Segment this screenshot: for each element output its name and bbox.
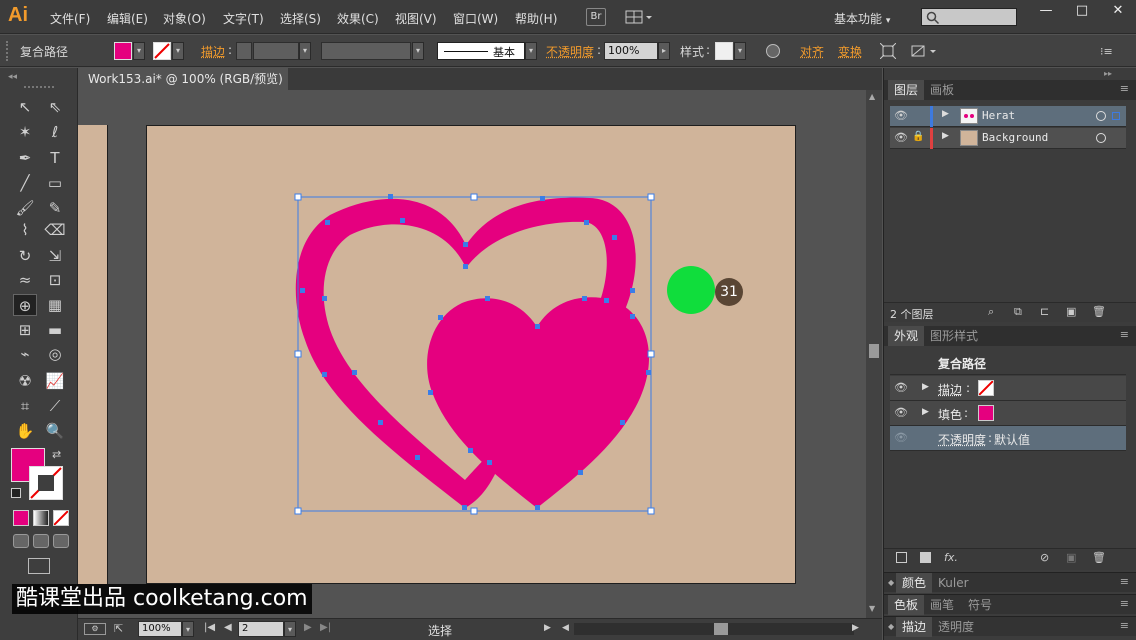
first-artboard-icon[interactable]: |◀	[204, 622, 215, 633]
appearance-opacity-label[interactable]: 不透明度	[938, 431, 986, 448]
clipping-mask-icon[interactable]: ⧉	[1014, 305, 1022, 319]
target-icon[interactable]	[1096, 133, 1106, 143]
add-fill-icon[interactable]	[920, 552, 931, 563]
visibility-eye-icon[interactable]: 👁	[894, 381, 908, 395]
swatches-panel-menu-icon[interactable]: ≡	[1120, 597, 1129, 610]
vertical-scrollbar[interactable]: ▲ ▼	[866, 90, 882, 618]
new-layer-icon[interactable]: ▣	[1066, 305, 1076, 318]
visibility-eye-icon[interactable]: 👁	[894, 431, 908, 445]
color-panel-tabs: ◆ 颜色 Kuler ≡	[884, 572, 1136, 593]
next-artboard-icon[interactable]: ▶	[304, 622, 312, 633]
layers-panel-menu-icon[interactable]: ≡	[1120, 82, 1129, 95]
expand-triangle-icon[interactable]: ▶	[942, 109, 949, 119]
stroke-none-swatch[interactable]	[978, 380, 994, 396]
stroke-panel-menu-icon[interactable]: ≡	[1120, 619, 1129, 632]
appearance-stroke-row[interactable]: 👁 ▶ 描边 :	[890, 376, 1126, 401]
horizontal-scrollbar[interactable]	[574, 623, 854, 635]
appearance-panel-menu-icon[interactable]: ≡	[1120, 328, 1129, 341]
add-stroke-icon[interactable]	[896, 552, 907, 563]
gpu-icon[interactable]: ⚙	[84, 623, 106, 635]
right-panel-dock: ▸▸ 图层 画板 ≡ 👁 ▶ Herat 👁 🔒 ▶ Background 2 …	[883, 68, 1136, 640]
tab-brushes[interactable]: 画笔	[924, 595, 960, 615]
status-bar: ⚙ ⇱ 100% ▾ |◀ ◀ 2 ▾ ▶ ▶| 选择 ▶ ◀ ▶	[78, 618, 882, 640]
illustrator-window: Ai 文件(F) 编辑(E) 对象(O) 文字(T) 选择(S) 效果(C) 视…	[0, 0, 1136, 640]
appearance-opacity-row[interactable]: 👁 不透明度 : 默认值	[890, 426, 1126, 451]
new-sublayer-icon[interactable]: ⊏	[1040, 305, 1049, 318]
current-tool-label: 选择	[428, 624, 453, 638]
layer-name[interactable]: Herat	[982, 109, 1015, 122]
artboard-dropdown[interactable]: ▾	[284, 621, 296, 637]
appearance-list: 复合路径 👁 ▶ 描边 : 👁 ▶ 填色 : 👁 不透明度: 默认值	[884, 346, 1136, 556]
layer-thumbnail	[960, 130, 978, 146]
clear-appearance-icon[interactable]: ⊘	[1040, 551, 1049, 564]
appearance-panel-tabs: 外观 图形样式 ≡	[884, 326, 1136, 346]
color-panel-menu-icon[interactable]: ≡	[1120, 575, 1129, 588]
scroll-left-icon[interactable]: ◀	[562, 623, 569, 633]
tab-appearance[interactable]: 外观	[888, 326, 925, 346]
appearance-stroke-label[interactable]: 描边	[938, 381, 962, 398]
target-icon[interactable]	[1096, 111, 1106, 121]
locate-object-icon[interactable]: ⌕	[988, 305, 994, 319]
layer-count-label: 2 个图层	[890, 308, 934, 321]
collapsed-arrow-icon[interactable]: ◆	[888, 578, 894, 587]
zoom-input[interactable]: 100%	[138, 621, 182, 637]
tab-color[interactable]: 颜色	[896, 573, 933, 593]
expand-triangle-icon[interactable]: ▶	[922, 407, 929, 417]
appearance-header: 复合路径	[890, 350, 1126, 375]
tab-stroke[interactable]: 描边	[896, 617, 933, 637]
layers-list: 👁 ▶ Herat 👁 🔒 ▶ Background	[884, 100, 1136, 320]
appearance-fill-row[interactable]: 👁 ▶ 填色 :	[890, 401, 1126, 426]
delete-item-icon[interactable]: 🗑	[1092, 551, 1106, 564]
scroll-up-icon[interactable]: ▲	[869, 92, 875, 101]
add-effect-icon[interactable]: fx.	[944, 551, 958, 564]
appearance-footer: fx. ⊘ ▣ 🗑	[884, 548, 1136, 570]
tab-layers[interactable]: 图层	[888, 80, 925, 100]
artboard-number-input[interactable]: 2	[238, 621, 284, 637]
collapsed-arrow-icon[interactable]: ◆	[888, 622, 894, 631]
layer-color-swatch	[930, 128, 933, 149]
appearance-object-title: 复合路径	[938, 357, 987, 371]
lock-icon[interactable]: 🔒	[912, 131, 924, 142]
visibility-eye-icon[interactable]: 👁	[894, 109, 908, 123]
scroll-down-icon[interactable]: ▼	[869, 604, 875, 613]
zoom-dropdown[interactable]: ▾	[182, 621, 194, 637]
layer-name[interactable]: Background	[982, 131, 1048, 144]
layers-footer: 2 个图层 ⌕ ⧉ ⊏ ▣ 🗑	[884, 302, 1136, 322]
watermark: 酷课堂出品 coolketang.com	[12, 584, 312, 614]
stroke-panel-tabs: ◆ 描边 透明度 ≡	[884, 616, 1136, 637]
fill-color-swatch[interactable]	[978, 405, 994, 421]
prev-artboard-icon[interactable]: ◀	[224, 622, 232, 633]
cursor-highlight	[667, 266, 715, 314]
h-scroll-thumb[interactable]	[714, 623, 728, 635]
duplicate-item-icon[interactable]: ▣	[1066, 551, 1076, 564]
layer-color-swatch	[930, 106, 933, 127]
layer-row[interactable]: 👁 🔒 ▶ Background	[890, 128, 1126, 149]
tab-swatches[interactable]: 色板	[888, 595, 925, 615]
selection-indicator-icon[interactable]	[1112, 112, 1120, 120]
visibility-eye-icon[interactable]: 👁	[894, 131, 908, 145]
scroll-right-icon[interactable]: ▶	[852, 623, 859, 633]
layer-thumbnail	[960, 108, 978, 124]
expand-panels-icon[interactable]: ▸▸	[1104, 69, 1112, 78]
status-menu-icon[interactable]: ▶	[544, 623, 551, 633]
step-badge: 31	[715, 278, 743, 306]
visibility-eye-icon[interactable]: 👁	[894, 406, 908, 420]
tab-artboards[interactable]: 画板	[924, 80, 960, 100]
expand-triangle-icon[interactable]: ▶	[942, 131, 949, 141]
appearance-fill-label: 填色	[938, 408, 963, 422]
tab-symbols[interactable]: 符号	[962, 595, 998, 615]
layers-panel-tabs: 图层 画板 ≡	[884, 80, 1136, 100]
tab-kuler[interactable]: Kuler	[932, 573, 975, 593]
appearance-opacity-value: 默认值	[994, 433, 1031, 447]
tab-transparency[interactable]: 透明度	[932, 617, 980, 637]
swatches-panel-tabs: 色板 画笔 符号 ≡	[884, 594, 1136, 615]
share-icon[interactable]: ⇱	[114, 622, 123, 635]
expand-triangle-icon[interactable]: ▶	[922, 382, 929, 392]
last-artboard-icon[interactable]: ▶|	[320, 622, 331, 633]
scroll-thumb[interactable]	[869, 344, 879, 358]
delete-layer-icon[interactable]: 🗑	[1092, 305, 1106, 318]
layer-row[interactable]: 👁 ▶ Herat	[890, 106, 1126, 127]
tab-graphic-styles[interactable]: 图形样式	[924, 326, 984, 346]
